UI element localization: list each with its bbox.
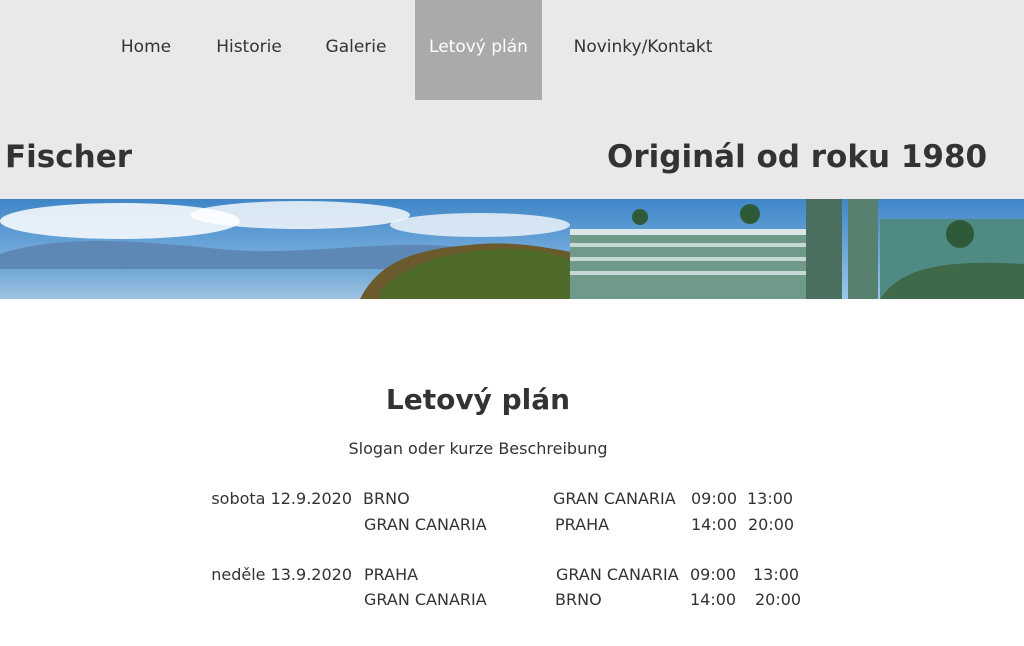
flight-arrive: 13:00 [747,489,794,508]
flight-depart: 09:00 [691,489,738,508]
main-nav: Home Historie Galerie Letový plán Novink… [0,0,1024,100]
site-tagline: Originál od roku 1980 [607,139,988,175]
flight-from: BRNO [363,489,410,508]
flight-arrive: 13:00 [753,565,800,584]
flight-depart: 14:00 [691,515,738,534]
flight-to: BRNO [555,590,602,609]
flight-from: GRAN CANARIA [364,515,487,534]
header-banner-image [0,199,1024,299]
page-title: Letový plán [385,383,571,416]
flight-depart: 14:00 [690,590,737,609]
nav-home[interactable]: Home [106,0,186,100]
flight-arrive: 20:00 [748,515,795,534]
page-slogan: Slogan oder kurze Beschreibung [348,439,608,458]
schedule-date: neděle 13.9.2020 [211,565,352,584]
tropical-coast-picture [0,199,1024,299]
nav-galerie[interactable]: Galerie [312,0,400,100]
site-name: Fischer [5,139,133,175]
flight-to: GRAN CANARIA [556,565,679,584]
flight-arrive: 20:00 [755,590,802,609]
flight-to: GRAN CANARIA [553,489,676,508]
flight-depart: 09:00 [690,565,737,584]
flight-from: GRAN CANARIA [364,590,487,609]
flight-to: PRAHA [555,515,610,534]
site-header: Home Historie Galerie Letový plán Novink… [0,0,1024,199]
schedule-date: sobota 12.9.2020 [211,489,352,508]
nav-historie[interactable]: Historie [200,0,298,100]
flight-from: PRAHA [364,565,419,584]
nav-novinky-kontakt[interactable]: Novinky/Kontakt [558,0,728,100]
nav-letovy-plan[interactable]: Letový plán [415,0,542,100]
